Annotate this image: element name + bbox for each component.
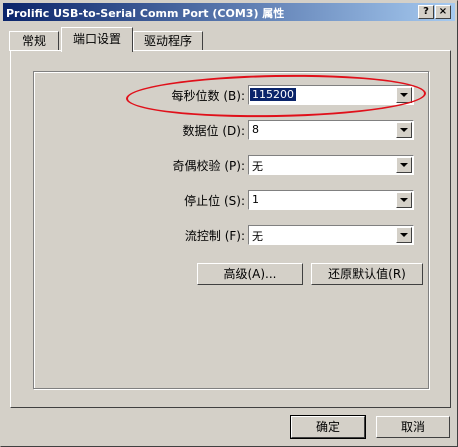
advanced-button[interactable]: 高级(A)... bbox=[197, 263, 303, 285]
baud-rate-value: 115200 bbox=[250, 88, 296, 101]
help-button[interactable]: ? bbox=[418, 5, 434, 19]
ok-button[interactable]: 确定 bbox=[290, 415, 366, 439]
restore-defaults-button[interactable]: 还原默认值(R) bbox=[311, 263, 423, 285]
parity-select[interactable]: 无 bbox=[248, 155, 414, 175]
chevron-down-icon[interactable] bbox=[396, 157, 412, 173]
chevron-down-icon[interactable] bbox=[396, 192, 412, 208]
cancel-button[interactable]: 取消 bbox=[376, 416, 450, 438]
flow-control-label: 流控制 (F): bbox=[184, 229, 245, 243]
properties-dialog: Prolific USB-to-Serial Comm Port (COM3) … bbox=[0, 0, 458, 447]
data-bits-value: 8 bbox=[252, 123, 259, 136]
chevron-down-icon[interactable] bbox=[396, 227, 412, 243]
tab-general[interactable]: 常规 bbox=[9, 31, 59, 51]
data-bits-select[interactable]: 8 bbox=[248, 120, 414, 140]
stop-bits-select[interactable]: 1 bbox=[248, 190, 414, 210]
tab-port-settings[interactable]: 端口设置 bbox=[61, 27, 133, 52]
close-button[interactable]: × bbox=[435, 5, 451, 19]
tab-driver[interactable]: 驱动程序 bbox=[133, 31, 203, 51]
stop-bits-value: 1 bbox=[252, 193, 259, 206]
baud-rate-label: 每秒位数 (B): bbox=[171, 89, 245, 103]
window-title: Prolific USB-to-Serial Comm Port (COM3) … bbox=[6, 7, 285, 20]
baud-rate-select[interactable]: 115200 bbox=[248, 85, 414, 105]
chevron-down-icon[interactable] bbox=[396, 87, 412, 103]
title-bar: Prolific USB-to-Serial Comm Port (COM3) … bbox=[3, 3, 455, 21]
parity-value: 无 bbox=[252, 160, 263, 173]
flow-control-select[interactable]: 无 bbox=[248, 225, 414, 245]
data-bits-label: 数据位 (D): bbox=[182, 124, 245, 138]
flow-control-value: 无 bbox=[252, 230, 263, 243]
chevron-down-icon[interactable] bbox=[396, 122, 412, 138]
stop-bits-label: 停止位 (S): bbox=[184, 194, 245, 208]
parity-label: 奇偶校验 (P): bbox=[172, 159, 245, 173]
